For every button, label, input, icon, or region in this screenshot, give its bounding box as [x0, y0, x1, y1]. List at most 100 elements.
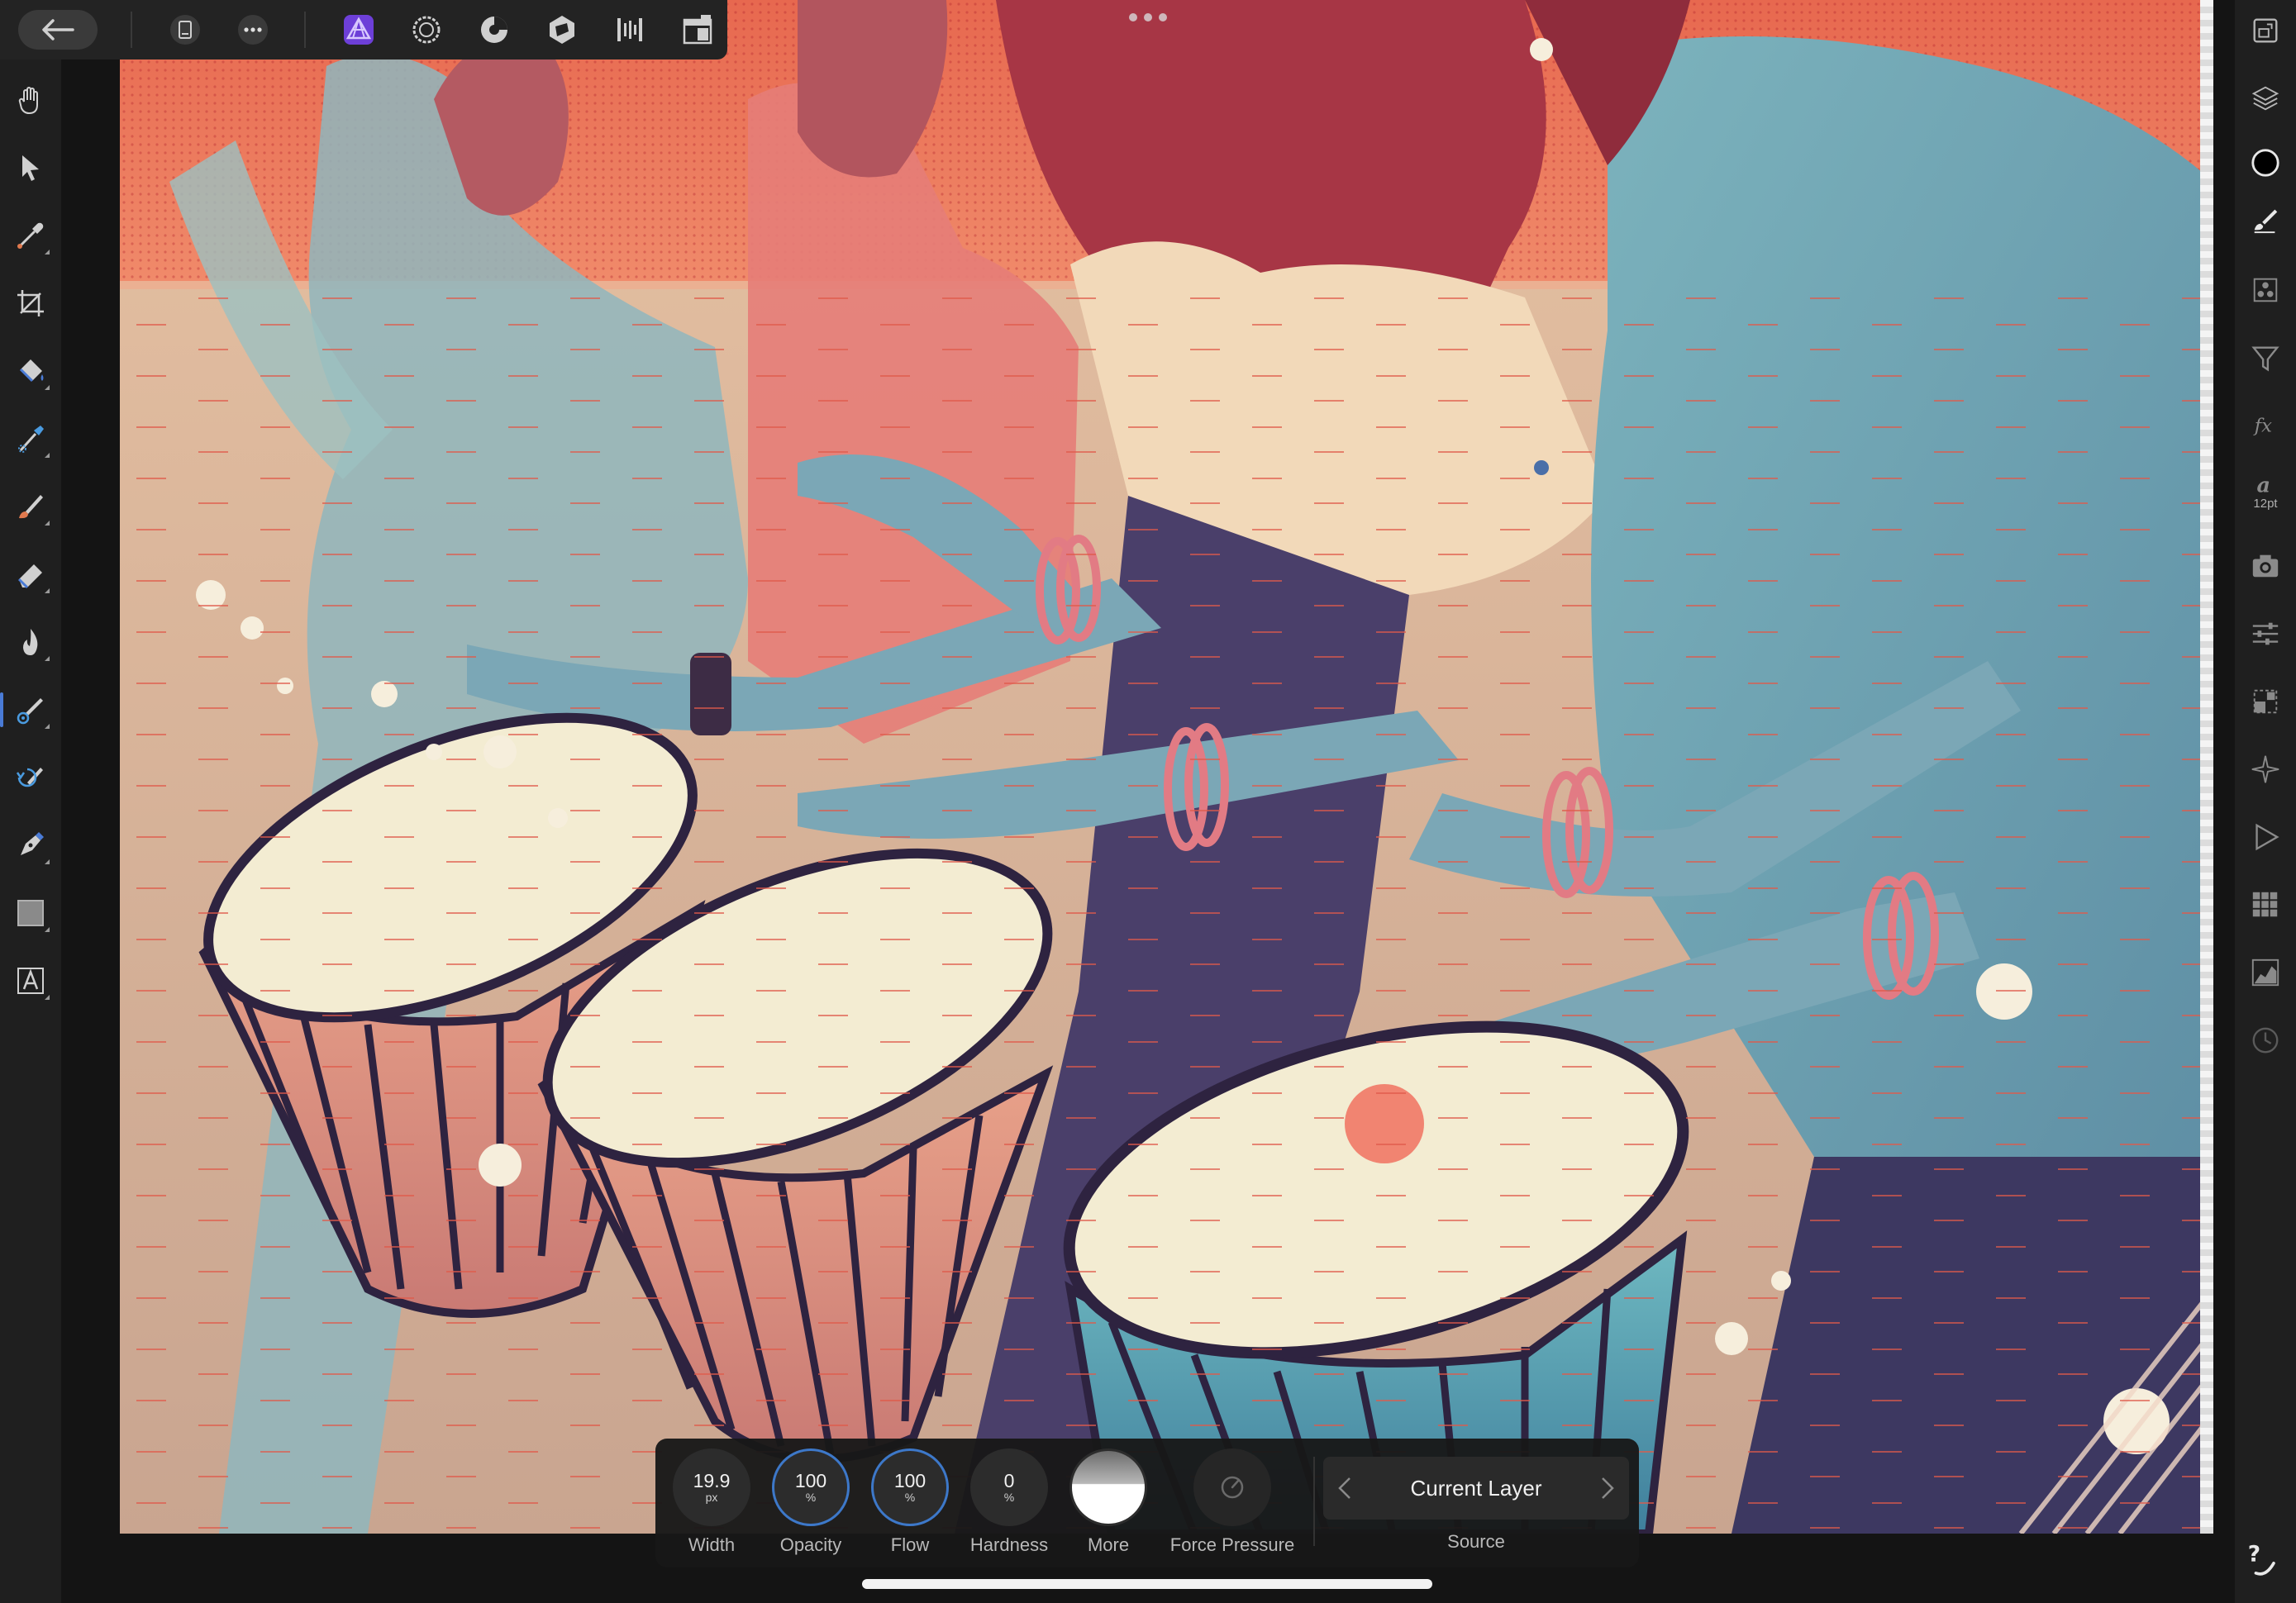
- hardness-dial[interactable]: 0 %: [970, 1448, 1048, 1526]
- liquify-persona-icon: [412, 16, 441, 44]
- width-label: Width: [688, 1534, 736, 1555]
- crop-icon: [17, 290, 44, 316]
- force-pressure-button[interactable]: [1193, 1448, 1271, 1526]
- dodge-brush-tool[interactable]: [10, 621, 51, 663]
- tone-mapping-persona-button[interactable]: [541, 8, 584, 51]
- flow-dial[interactable]: 100 %: [871, 1448, 949, 1526]
- rectangle-icon: [17, 900, 44, 926]
- help-question-icon: ?: [2248, 1541, 2275, 1576]
- back-button[interactable]: [18, 10, 98, 50]
- export-persona-button[interactable]: [608, 8, 651, 51]
- width-dial[interactable]: 19.9 px: [673, 1448, 750, 1526]
- stock-studio-button[interactable]: [2245, 545, 2286, 587]
- width-value: 19.9: [693, 1470, 731, 1491]
- filters-studio-button[interactable]: [2245, 337, 2286, 378]
- help-button[interactable]: ?: [2243, 1539, 2284, 1580]
- width-unit: px: [705, 1491, 718, 1504]
- artwork-illustration: [120, 0, 2213, 1534]
- context-divider: [1313, 1457, 1315, 1546]
- brush-preview-thumbnail[interactable]: [1069, 1448, 1147, 1526]
- force-pressure-label: Force Pressure: [1169, 1534, 1295, 1555]
- more-brush-options[interactable]: More: [1059, 1448, 1158, 1556]
- document-menu-button[interactable]: [164, 8, 207, 51]
- paint-bucket-icon: [19, 359, 44, 383]
- develop-persona-button[interactable]: [473, 8, 516, 51]
- hardness-value: 0: [1003, 1470, 1015, 1491]
- flood-fill-tool[interactable]: [10, 350, 51, 392]
- layers-studio-button[interactable]: [2245, 78, 2286, 119]
- histogram-icon: [2251, 958, 2279, 987]
- erase-brush-tool[interactable]: [10, 554, 51, 595]
- paint-brush-icon: [19, 495, 43, 519]
- tone-mapping-persona-icon: [550, 16, 574, 44]
- macro-studio-button[interactable]: [2245, 816, 2286, 858]
- source-value: Current Layer: [1410, 1475, 1542, 1501]
- studio-bar: fx a 12pt ?: [2235, 0, 2296, 1603]
- crop-tool[interactable]: [10, 283, 51, 324]
- view-tool[interactable]: [10, 79, 51, 121]
- brushes-studio-button[interactable]: [2245, 198, 2286, 240]
- selection-brush-tool[interactable]: [10, 418, 51, 459]
- opacity-unit: %: [805, 1491, 817, 1504]
- export-persona-icon: [617, 18, 642, 41]
- flow-control[interactable]: 100 % Flow: [860, 1448, 960, 1556]
- width-control[interactable]: 19.9 px Width: [662, 1448, 761, 1556]
- pen-tool[interactable]: [10, 825, 51, 866]
- ellipsis-icon: [238, 15, 268, 45]
- top-toolbar: [0, 0, 727, 59]
- filter-funnel-icon: [2251, 346, 2279, 372]
- arrow-pointer-icon: [22, 155, 39, 181]
- clone-brush-icon: [17, 698, 43, 725]
- channels-studio-button[interactable]: [2245, 269, 2286, 311]
- home-indicator[interactable]: [862, 1579, 1432, 1589]
- view-options-icon: [683, 15, 712, 45]
- history-studio-button[interactable]: [2245, 1020, 2286, 1061]
- navigator-icon: [2253, 18, 2278, 43]
- adjustments-studio-button[interactable]: [2245, 613, 2286, 654]
- fx-icon: fx: [2253, 416, 2272, 437]
- pen-nib-icon: [21, 832, 44, 855]
- character-studio-button[interactable]: a 12pt: [2245, 471, 2286, 512]
- clone-brush-tool[interactable]: [0, 689, 51, 730]
- text-tool[interactable]: [10, 960, 51, 1001]
- histogram-studio-button[interactable]: [2245, 952, 2286, 993]
- opacity-label: Opacity: [779, 1534, 842, 1555]
- chevron-left-icon[interactable]: [1331, 1473, 1361, 1503]
- library-studio-button[interactable]: [2245, 884, 2286, 925]
- navigator-studio-button[interactable]: [2245, 10, 2286, 51]
- character-icon: a: [2257, 473, 2271, 498]
- snapping-studio-button[interactable]: [2245, 749, 2286, 790]
- document-canvas[interactable]: [120, 0, 2213, 1534]
- liquify-persona-button[interactable]: [405, 8, 448, 51]
- svg-text:fx: fx: [2253, 416, 2272, 437]
- opacity-control[interactable]: 100 % Opacity: [761, 1448, 860, 1556]
- force-pressure-toggle[interactable]: Force Pressure: [1158, 1448, 1307, 1556]
- channels-icon: [2253, 278, 2278, 302]
- more-label: More: [1087, 1534, 1130, 1555]
- color-picker-tool[interactable]: [10, 215, 51, 256]
- view-options-button[interactable]: [676, 8, 719, 51]
- opacity-dial[interactable]: 100 %: [772, 1448, 850, 1526]
- move-tool[interactable]: [10, 147, 51, 188]
- source-selector[interactable]: Current Layer: [1323, 1457, 1629, 1520]
- paint-brush-tool[interactable]: [10, 486, 51, 527]
- flow-value: 100: [893, 1470, 926, 1491]
- transform-studio-button[interactable]: [2245, 681, 2286, 722]
- hardness-control[interactable]: 0 % Hardness: [960, 1448, 1059, 1556]
- affinity-photo-app: fx a 12pt ? 19.9 px Width 100 % Opacity …: [0, 0, 2296, 1603]
- flame-icon: [23, 629, 38, 655]
- brush-studio-icon: [2254, 209, 2278, 234]
- color-studio-button[interactable]: [2245, 142, 2286, 183]
- history-clock-icon: [2252, 1027, 2279, 1054]
- rectangle-tool[interactable]: [10, 892, 51, 934]
- chevron-right-icon[interactable]: [1591, 1473, 1621, 1503]
- canvas-handle-dots[interactable]: [1129, 13, 1167, 23]
- arrow-left-icon: [42, 19, 74, 40]
- color-circle-icon: [2251, 149, 2279, 177]
- develop-persona-icon: [481, 17, 507, 43]
- photo-persona-button[interactable]: [337, 8, 380, 51]
- effects-studio-button[interactable]: fx: [2245, 405, 2286, 446]
- more-menu-button[interactable]: [231, 8, 274, 51]
- photo-persona-icon: [344, 15, 374, 45]
- undo-brush-tool[interactable]: [10, 757, 51, 798]
